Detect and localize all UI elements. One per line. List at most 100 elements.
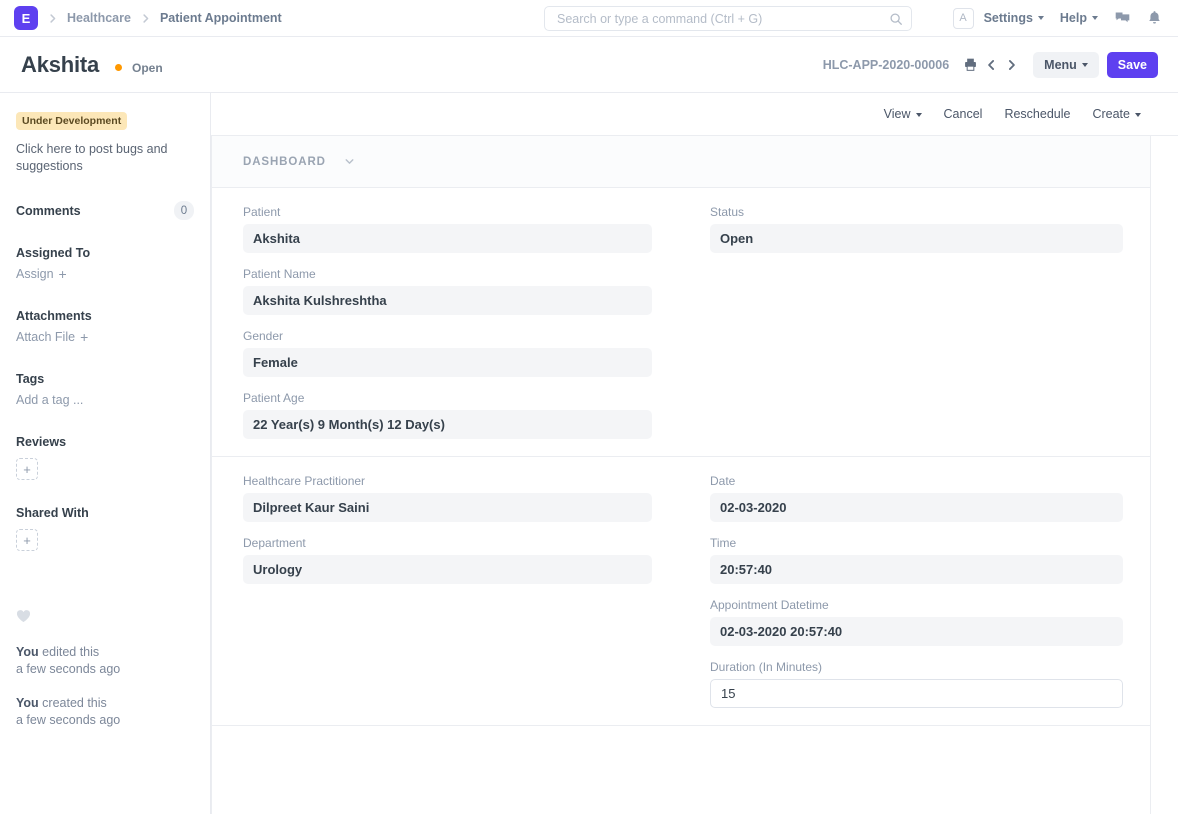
search-box[interactable] <box>544 6 912 31</box>
attach-file-button[interactable]: Attach File + <box>16 330 88 344</box>
breadcrumb-healthcare[interactable]: Healthcare <box>67 11 131 25</box>
search-icon[interactable] <box>889 12 903 26</box>
top-navbar: E Healthcare Patient Appointment A Setti… <box>0 0 1178 37</box>
add-tag-input[interactable]: Add a tag ... <box>16 393 83 407</box>
field-healthcare-practitioner: Healthcare Practitioner Dilpreet Kaur Sa… <box>243 474 652 522</box>
form-column-left: Healthcare Practitioner Dilpreet Kaur Sa… <box>212 474 681 708</box>
activity-action: created this <box>42 696 107 710</box>
field-label: Time <box>710 536 1123 550</box>
field-label: Duration (In Minutes) <box>710 660 1123 674</box>
field-gender: Gender Female <box>243 329 652 377</box>
sidebar-section-assigned-to: Assigned To Assign + <box>16 246 194 283</box>
field-label: Date <box>710 474 1123 488</box>
attachments-label: Attachments <box>16 309 194 323</box>
field-value[interactable]: Open <box>710 224 1123 253</box>
reviews-label: Reviews <box>16 435 194 449</box>
duration-input[interactable] <box>710 679 1123 708</box>
save-button[interactable]: Save <box>1107 52 1158 78</box>
field-patient: Patient Akshita <box>243 205 652 253</box>
form-toolbar: View Cancel Reschedule Create <box>211 93 1178 136</box>
app-logo[interactable]: E <box>14 6 38 30</box>
activity-action: edited this <box>42 645 99 659</box>
form-column-right: Date 02-03-2020 Time 20:57:40 Appointmen… <box>681 474 1150 708</box>
cancel-button[interactable]: Cancel <box>934 102 993 126</box>
chevron-right-icon <box>140 13 151 24</box>
field-value[interactable]: 20:57:40 <box>710 555 1123 584</box>
document-id: HLC-APP-2020-00006 <box>823 58 949 72</box>
field-date: Date 02-03-2020 <box>710 474 1123 522</box>
heart-icon[interactable] <box>16 609 194 627</box>
form-tabbar: DASHBOARD <box>212 136 1150 188</box>
field-label: Patient <box>243 205 652 219</box>
field-department: Department Urology <box>243 536 652 584</box>
attach-file-label: Attach File <box>16 330 75 344</box>
field-label: Status <box>710 205 1123 219</box>
sidebar: Under Development Click here to post bug… <box>0 93 211 814</box>
view-button[interactable]: View <box>874 102 932 126</box>
reschedule-button[interactable]: Reschedule <box>994 102 1080 126</box>
field-value[interactable]: 02-03-2020 <box>710 493 1123 522</box>
field-patient-name: Patient Name Akshita Kulshreshtha <box>243 267 652 315</box>
assign-button[interactable]: Assign + <box>16 267 67 281</box>
field-label: Gender <box>243 329 652 343</box>
form-column-left: Patient Akshita Patient Name Akshita Kul… <box>212 205 681 439</box>
assigned-to-label: Assigned To <box>16 246 194 260</box>
plus-icon: + <box>80 330 88 344</box>
add-review-button[interactable]: + <box>16 458 38 480</box>
field-value[interactable]: Akshita <box>243 224 652 253</box>
form-section-appointment: Healthcare Practitioner Dilpreet Kaur Sa… <box>212 457 1150 726</box>
field-status: Status Open <box>710 205 1123 253</box>
sidebar-section-tags: Tags Add a tag ... <box>16 372 194 409</box>
activity-actor: You <box>16 696 39 710</box>
view-label: View <box>884 107 911 121</box>
menu-button[interactable]: Menu <box>1033 52 1099 78</box>
avatar[interactable]: A <box>953 8 974 29</box>
field-value[interactable]: 02-03-2020 20:57:40 <box>710 617 1123 646</box>
sidebar-note[interactable]: Click here to post bugs and suggestions <box>16 141 194 175</box>
field-value[interactable]: Dilpreet Kaur Saini <box>243 493 652 522</box>
sidebar-section-attachments: Attachments Attach File + <box>16 309 194 346</box>
status-dot-icon <box>115 64 122 71</box>
tab-dashboard[interactable]: DASHBOARD <box>243 156 326 168</box>
field-value[interactable]: Urology <box>243 555 652 584</box>
create-button[interactable]: Create <box>1082 102 1151 126</box>
help-label: Help <box>1060 11 1087 25</box>
assign-label: Assign <box>16 267 54 281</box>
page-title: Akshita <box>21 52 99 77</box>
search-input[interactable] <box>555 11 889 27</box>
titlebar-actions: HLC-APP-2020-00006 Menu Save <box>823 52 1158 78</box>
create-label: Create <box>1092 107 1130 121</box>
next-icon[interactable] <box>1005 58 1018 72</box>
settings-menu[interactable]: Settings <box>984 11 1044 25</box>
chevron-down-icon[interactable] <box>343 155 356 168</box>
plus-icon: + <box>59 267 67 281</box>
field-label: Department <box>243 536 652 550</box>
navbar-right-group: A Settings Help <box>953 8 1166 29</box>
field-value[interactable]: Female <box>243 348 652 377</box>
form-section-patient: Patient Akshita Patient Name Akshita Kul… <box>212 188 1150 457</box>
main-content: View Cancel Reschedule Create DASHBOARD … <box>211 93 1178 814</box>
chat-icon[interactable] <box>1114 10 1131 27</box>
sidebar-section-reviews: Reviews + <box>16 435 194 480</box>
status-badge: Open <box>132 60 163 74</box>
chevron-down-icon <box>1038 16 1044 20</box>
form-column-right: Status Open <box>681 205 1150 439</box>
chevron-down-icon <box>1135 113 1141 117</box>
field-value[interactable]: 22 Year(s) 9 Month(s) 12 Day(s) <box>243 410 652 439</box>
help-menu[interactable]: Help <box>1060 11 1098 25</box>
field-patient-age: Patient Age 22 Year(s) 9 Month(s) 12 Day… <box>243 391 652 439</box>
field-time: Time 20:57:40 <box>710 536 1123 584</box>
comments-label: Comments <box>16 204 81 218</box>
field-value[interactable]: Akshita Kulshreshtha <box>243 286 652 315</box>
print-icon[interactable] <box>963 57 978 72</box>
sidebar-section-shared-with: Shared With + <box>16 506 194 551</box>
sidebar-section-comments: Comments 0 <box>16 201 194 220</box>
prev-icon[interactable] <box>985 58 998 72</box>
form-card: DASHBOARD Patient Akshita Patient Name A… <box>211 136 1151 814</box>
chevron-down-icon <box>916 113 922 117</box>
chevron-down-icon <box>1082 63 1088 67</box>
breadcrumb-patient-appointment[interactable]: Patient Appointment <box>160 11 282 25</box>
add-shared-user-button[interactable]: + <box>16 529 38 551</box>
activity-time: a few seconds ago <box>16 713 120 727</box>
bell-icon[interactable] <box>1147 10 1162 26</box>
